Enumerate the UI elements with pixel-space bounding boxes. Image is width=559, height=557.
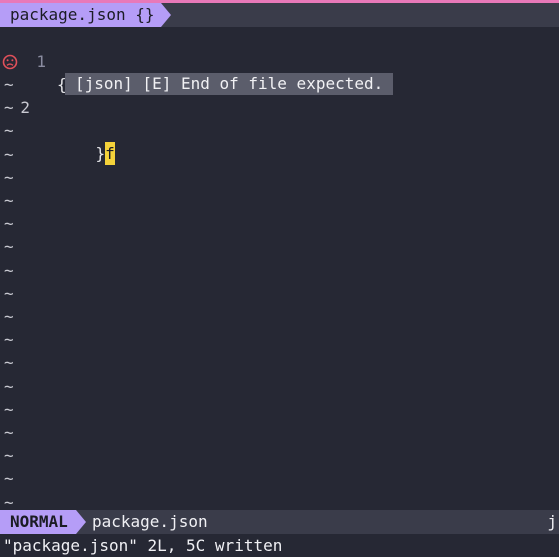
editor-line-1[interactable]: 1 { bbox=[0, 27, 559, 94]
empty-line-marker: ~ bbox=[4, 284, 14, 303]
empty-line-marker: ~ bbox=[4, 98, 14, 117]
empty-line-marker: ~ bbox=[4, 191, 14, 210]
mode-arrow bbox=[76, 510, 86, 534]
empty-line-marker: ~ bbox=[4, 423, 14, 442]
tab-label: package.json {} bbox=[10, 5, 155, 24]
empty-line-marker: ~ bbox=[4, 330, 14, 349]
empty-line-marker: ~ bbox=[4, 237, 14, 256]
empty-line-marker: ~ bbox=[4, 145, 14, 164]
tab-package-json[interactable]: package.json {} bbox=[0, 3, 161, 27]
empty-line-marker: ~ bbox=[4, 168, 14, 187]
status-filetype: j bbox=[547, 512, 557, 531]
command-line-message: "package.json" 2L, 5C written bbox=[3, 536, 283, 555]
line-text: } bbox=[95, 144, 106, 163]
mode-indicator: NORMAL bbox=[0, 510, 76, 534]
empty-line-marker: ~ bbox=[4, 446, 14, 465]
cursor: f bbox=[105, 142, 115, 165]
empty-line-marker: ~ bbox=[4, 469, 14, 488]
empty-line-marker: ~ bbox=[4, 75, 14, 94]
error-face-icon bbox=[0, 50, 20, 73]
editor-line-2[interactable]: 2 }f bbox=[0, 50, 559, 165]
status-filename: package.json bbox=[92, 512, 208, 531]
empty-line-marker: ~ bbox=[4, 307, 14, 326]
empty-line-marker: ~ bbox=[4, 261, 14, 280]
line-content: }f bbox=[57, 119, 115, 188]
empty-line-marker: ~ bbox=[4, 400, 14, 419]
diagnostic-popup: [json] [E] End of file expected. bbox=[65, 73, 394, 95]
empty-line-marker: ~ bbox=[4, 353, 14, 372]
empty-line-marker: ~ bbox=[4, 377, 14, 396]
empty-line-marker: ~ bbox=[4, 214, 14, 233]
empty-line-marker: ~ bbox=[4, 121, 14, 140]
tab-arrow bbox=[161, 3, 171, 27]
